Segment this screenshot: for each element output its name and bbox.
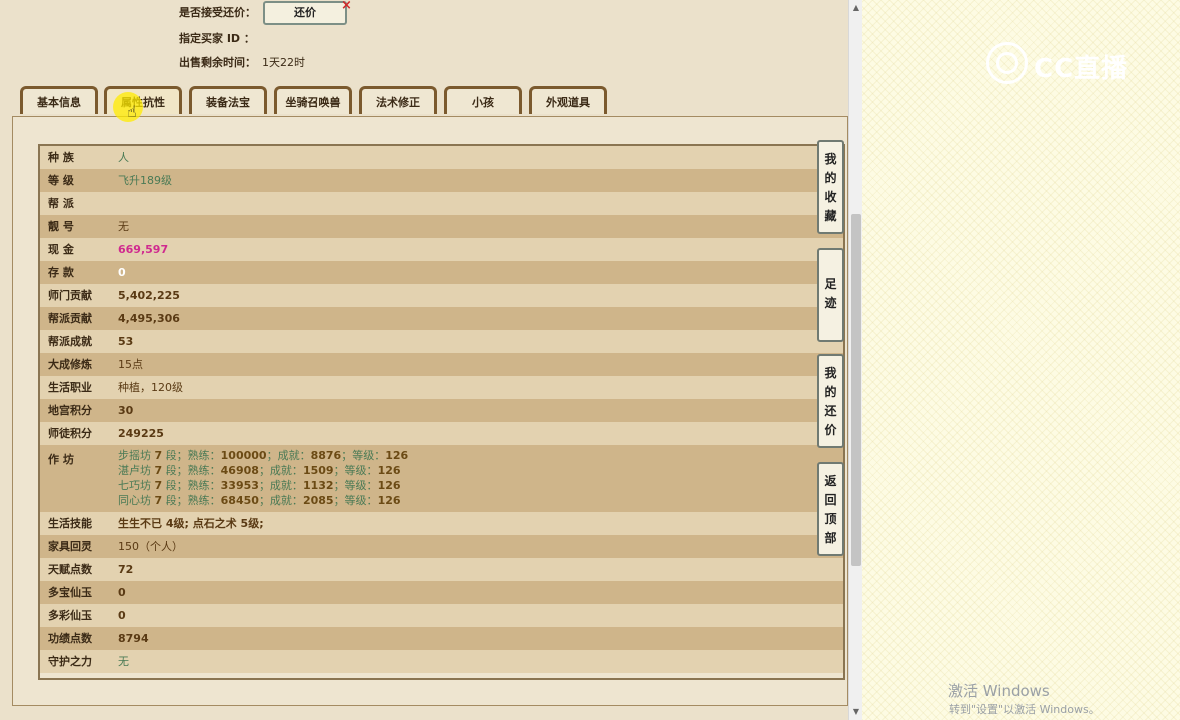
- row-label: 作 坊: [48, 453, 74, 466]
- row-value: 0: [118, 609, 126, 622]
- table-row: 师门贡献 5,402,225: [40, 284, 843, 307]
- close-icon[interactable]: ×: [341, 0, 352, 13]
- hand-cursor-icon: ☝: [127, 102, 137, 121]
- row-label: 多宝仙玉: [48, 586, 92, 599]
- row-value: 种植，120级: [118, 381, 183, 394]
- row-value: 无: [118, 655, 129, 668]
- row-label: 帮 派: [48, 197, 74, 210]
- row-value: 249225: [118, 427, 164, 440]
- row-value: 0: [118, 586, 126, 599]
- row-label: 靓 号: [48, 220, 74, 233]
- table-row: 大成修炼 15点: [40, 353, 843, 376]
- row-value: 4,495,306: [118, 312, 180, 325]
- row-value: 669,597: [118, 243, 169, 256]
- workshop-line: 步摇坊 7 段；熟练：100000；成就：8876；等级：126: [118, 449, 409, 462]
- activation-watermark-title: 激活 Windows: [948, 682, 1050, 700]
- table-row: 等 级 飞升189级: [40, 169, 843, 192]
- row-value: 生生不已 4级; 点石之术 5级;: [118, 517, 264, 530]
- counter-offer-button[interactable]: 还价: [263, 1, 347, 25]
- scroll-down-icon[interactable]: ▼: [849, 704, 863, 720]
- table-row: 帮派成就 53: [40, 330, 843, 353]
- workshop-lines: 步摇坊 7 段；熟练：100000；成就：8876；等级：126 湛卢坊 7 段…: [118, 448, 843, 508]
- table-row: 帮 派: [40, 192, 843, 215]
- row-label: 生活职业: [48, 381, 92, 394]
- row-label: 大成修炼: [48, 358, 92, 371]
- table-row: 帮派贡献 4,495,306: [40, 307, 843, 330]
- row-label: 帮派成就: [48, 335, 92, 348]
- table-row: 多彩仙玉 0: [40, 604, 843, 627]
- row-label: 种 族: [48, 151, 74, 164]
- footprint-button[interactable]: 足迹: [817, 248, 844, 342]
- time-left: 出售剩余时间： 1天22时: [179, 54, 305, 70]
- my-favorites-button[interactable]: 我的收藏: [817, 140, 844, 234]
- time-left-label: 出售剩余时间：: [179, 56, 256, 69]
- workshop-line: 湛卢坊 7 段；熟练：46908；成就：1509；等级：126: [118, 464, 401, 477]
- scroll-thumb[interactable]: [851, 214, 861, 566]
- row-value: 人: [118, 151, 129, 164]
- tab-equipment[interactable]: 装备法宝: [189, 86, 267, 114]
- row-value: 飞升189级: [118, 174, 172, 187]
- row-label: 生活技能: [48, 517, 92, 530]
- row-label: 守护之力: [48, 655, 92, 668]
- row-label: 家具回灵: [48, 540, 92, 553]
- table-row-workshop: 作 坊 步摇坊 7 段；熟练：100000；成就：8876；等级：126 湛卢坊…: [40, 445, 843, 512]
- table-row: 功绩点数 8794: [40, 627, 843, 650]
- tab-spells[interactable]: 法术修正: [359, 86, 437, 114]
- table-row: 生活技能 生生不已 4级; 点石之术 5级;: [40, 512, 843, 535]
- row-value: [118, 192, 843, 215]
- back-to-top-button[interactable]: 返回顶部: [817, 462, 844, 556]
- row-label: 帮派贡献: [48, 312, 92, 325]
- tab-basic-info[interactable]: 基本信息: [20, 86, 98, 114]
- logo-mark-icon: [986, 42, 1028, 84]
- tab-appearance[interactable]: 外观道具: [529, 86, 607, 114]
- time-left-value: 1天22时: [262, 56, 305, 69]
- table-row: 生活职业 种植，120级: [40, 376, 843, 399]
- info-table: 种 族人 等 级飞升189级 帮 派 靓 号无 现 金 669,597 存 款0 …: [38, 144, 845, 680]
- activation-watermark-subtitle: 转到"设置"以激活 Windows。: [949, 703, 1100, 716]
- table-row: 天赋点数 72: [40, 558, 843, 581]
- row-value: 72: [118, 563, 134, 576]
- game-page: 是否接受还价： 还价 × 指定买家 ID ： 出售剩余时间： 1天22时 基本信息…: [0, 0, 848, 720]
- table-row: 现 金 669,597: [40, 238, 843, 261]
- row-value: 无: [118, 220, 129, 233]
- row-value: 8794: [118, 632, 149, 645]
- workshop-line: 同心坊 7 段；熟练：68450；成就：2085；等级：126: [118, 494, 401, 507]
- table-row: 种 族人: [40, 146, 843, 169]
- table-row: 多宝仙玉 0: [40, 581, 843, 604]
- table-row: 靓 号无: [40, 215, 843, 238]
- table-row: 地宫积分 30: [40, 399, 843, 422]
- vertical-scrollbar[interactable]: ▲ ▼: [848, 0, 863, 720]
- row-value: 30: [118, 404, 134, 417]
- row-label: 多彩仙玉: [48, 609, 92, 622]
- logo-text: CC直播: [1034, 54, 1129, 84]
- row-label: 现 金: [48, 243, 74, 256]
- my-offers-button[interactable]: 我的还价: [817, 354, 844, 448]
- side-background: [862, 0, 1180, 720]
- tab-mounts[interactable]: 坐骑召唤兽: [274, 86, 352, 114]
- row-label: 等 级: [48, 174, 74, 187]
- row-value: 15点: [118, 358, 143, 371]
- table-row: 家具回灵 150（个人）: [40, 535, 843, 558]
- row-label: 存 款: [48, 266, 74, 279]
- row-label: 师门贡献: [48, 289, 92, 302]
- table-row: 存 款 0: [40, 261, 843, 284]
- row-value: 5,402,225: [118, 289, 180, 302]
- scroll-up-icon[interactable]: ▲: [849, 0, 863, 16]
- row-label: 天赋点数: [48, 563, 92, 576]
- accept-counter-label: 是否接受还价：: [179, 6, 256, 19]
- table-row: 守护之力 无: [40, 650, 843, 673]
- row-label: 地宫积分: [48, 404, 92, 417]
- workshop-line: 七巧坊 7 段；熟练：33953；成就：1132；等级：126: [118, 479, 401, 492]
- row-value: 0: [118, 266, 126, 279]
- cc-live-logo: CC直播: [986, 42, 1142, 88]
- row-label: 师徒积分: [48, 427, 92, 440]
- row-value: 53: [118, 335, 134, 348]
- row-label: 功绩点数: [48, 632, 92, 645]
- table-row: 师徒积分 249225: [40, 422, 843, 445]
- buyer-id-label: 指定买家 ID ：: [179, 32, 255, 45]
- tab-children[interactable]: 小孩: [444, 86, 522, 114]
- row-value: 150（个人）: [118, 540, 183, 553]
